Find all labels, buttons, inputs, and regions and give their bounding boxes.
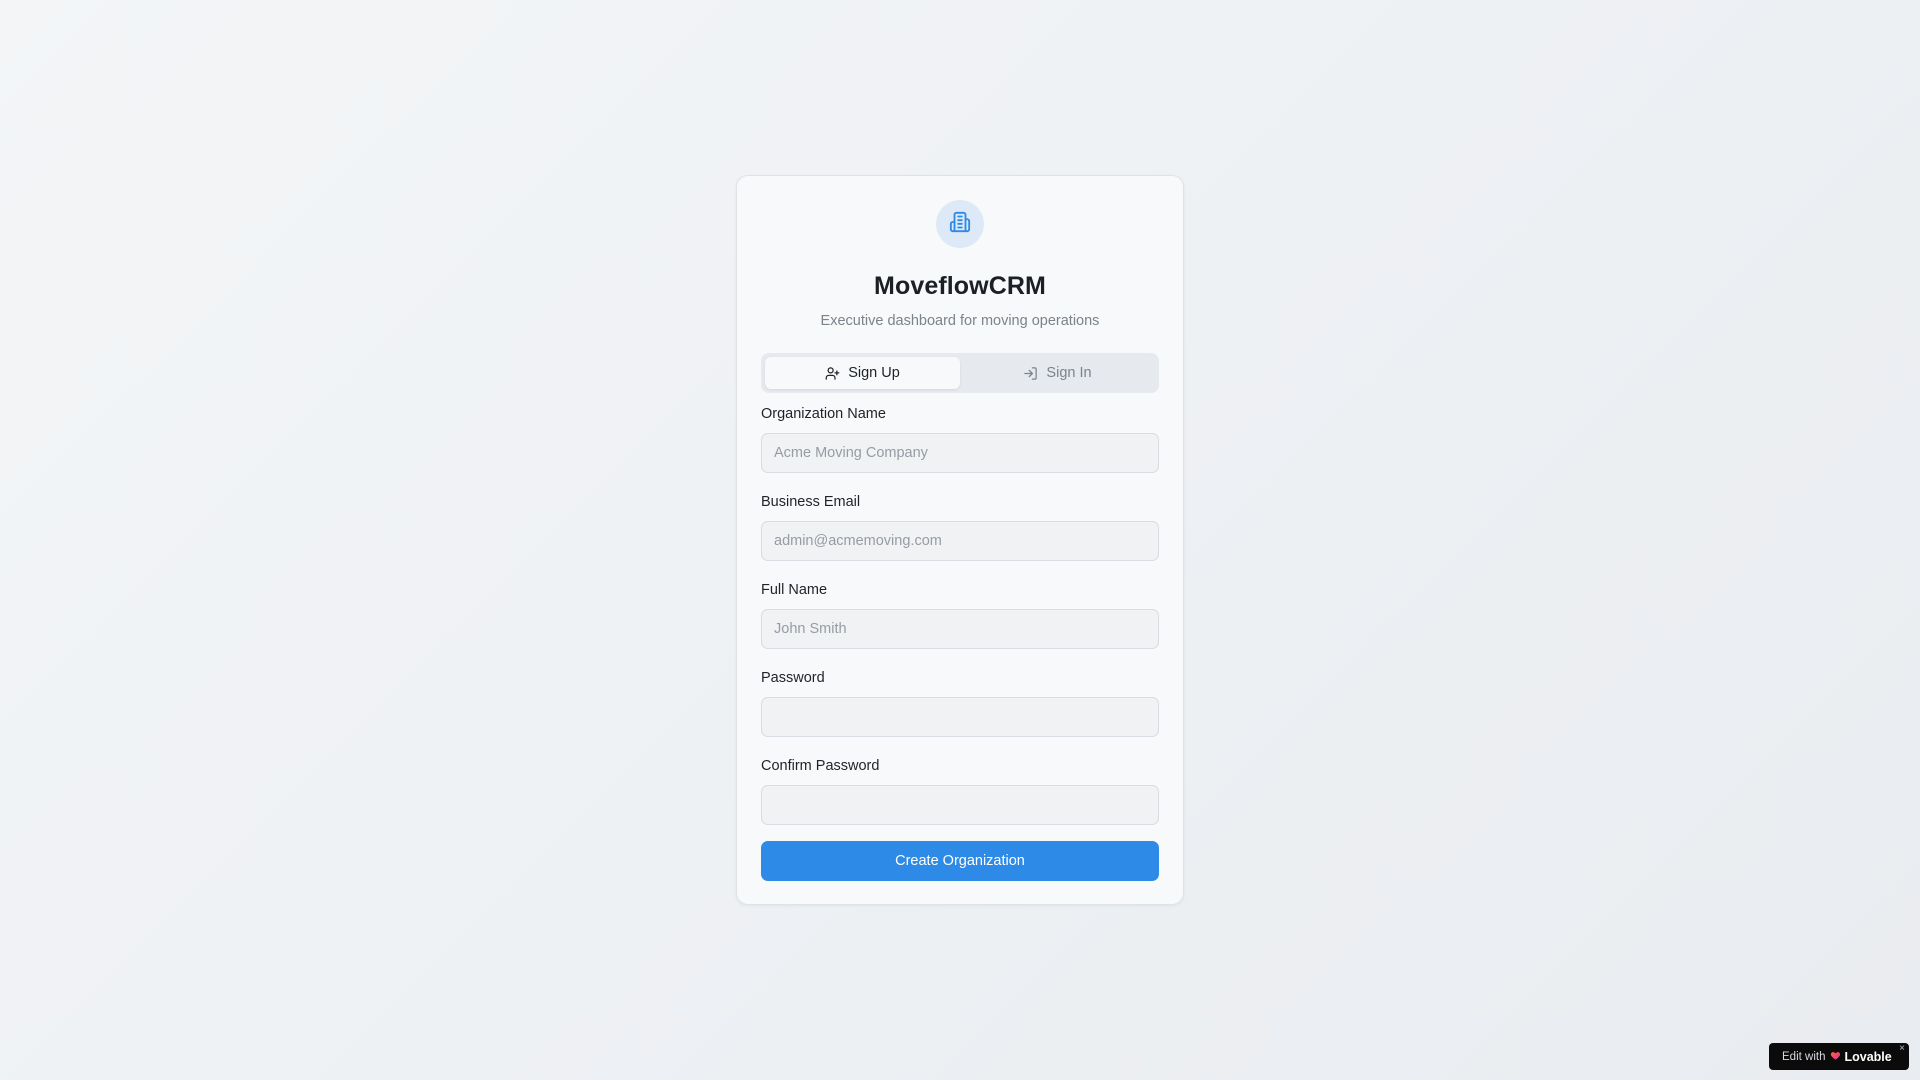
confirm-password-label: Confirm Password <box>761 758 880 774</box>
confirm-password-field: Confirm Password <box>761 757 1159 825</box>
app-title: MoveflowCRM <box>874 272 1046 300</box>
organization-name-input[interactable] <box>761 433 1159 473</box>
auth-tabs: Sign Up Sign In <box>761 353 1159 393</box>
badge-brand-label: Lovable <box>1844 1049 1892 1064</box>
tab-sign-in-label: Sign In <box>1046 365 1092 381</box>
organization-name-label: Organization Name <box>761 406 886 422</box>
password-label: Password <box>761 670 825 686</box>
log-in-icon <box>1023 366 1038 381</box>
badge-prefix: Edit with <box>1782 1050 1826 1063</box>
full-name-input[interactable] <box>761 609 1159 649</box>
full-name-label: Full Name <box>761 582 828 598</box>
badge-close-icon[interactable]: × <box>1899 1044 1905 1054</box>
full-name-field: Full Name <box>761 581 1159 649</box>
password-field: Password <box>761 669 1159 737</box>
confirm-password-input[interactable] <box>761 785 1159 825</box>
app-subtitle: Executive dashboard for moving operation… <box>820 313 1100 329</box>
tab-sign-up-label: Sign Up <box>848 365 900 381</box>
tab-sign-up[interactable]: Sign Up <box>765 357 960 389</box>
password-input[interactable] <box>761 697 1159 737</box>
logo <box>936 200 984 248</box>
edit-with-lovable-badge[interactable]: Edit with Lovable × <box>1769 1043 1909 1070</box>
signup-card: MoveflowCRM Executive dashboard for movi… <box>736 175 1184 905</box>
building-icon <box>949 211 971 238</box>
business-email-label: Business Email <box>761 494 861 510</box>
badge-brand: Lovable <box>1830 1049 1892 1064</box>
organization-name-field: Organization Name <box>761 405 1159 473</box>
business-email-field: Business Email <box>761 493 1159 561</box>
tab-sign-in[interactable]: Sign In <box>960 357 1155 389</box>
lovable-heart-icon <box>1830 1050 1841 1064</box>
user-plus-icon <box>825 366 840 381</box>
create-organization-button[interactable]: Create Organization <box>761 841 1159 881</box>
business-email-input[interactable] <box>761 521 1159 561</box>
